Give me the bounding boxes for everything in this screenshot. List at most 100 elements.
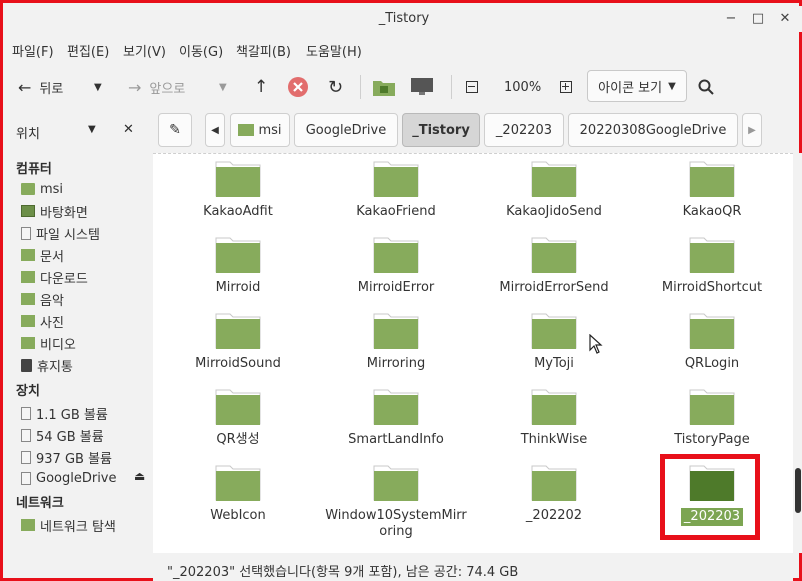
menu-go[interactable]: 이동(G): [179, 41, 223, 60]
sidebar-item-label: 1.1 GB 볼륨: [36, 407, 108, 423]
sidebar-item-volume-1[interactable]: 1.1 GB 볼륨: [21, 403, 108, 423]
folder-icon: [531, 161, 577, 197]
monitor-icon: [411, 78, 433, 95]
path-label: _202203: [495, 122, 553, 138]
forward-button[interactable]: → 앞으로: [128, 65, 185, 109]
folder-item[interactable]: QRLogin: [637, 310, 787, 372]
folder-item[interactable]: Window10SystemMirr oring: [321, 462, 471, 540]
arrow-right-icon: →: [128, 77, 142, 97]
menu-help[interactable]: 도움말(H): [306, 41, 362, 60]
folder-item[interactable]: MirroidShortcut: [637, 234, 787, 296]
eject-icon[interactable]: ⏏: [134, 469, 145, 483]
zoom-in-button[interactable]: [560, 65, 572, 109]
back-label: 뒤로: [39, 81, 64, 97]
folder-item[interactable]: MirroidError: [321, 234, 471, 296]
sidebar-item-documents[interactable]: 문서: [21, 245, 64, 265]
folder-label: KakaoJidoSend: [506, 204, 602, 219]
sidebar-item-label: 사진: [40, 315, 64, 331]
back-button[interactable]: ← 뒤로: [18, 65, 63, 109]
folder-item[interactable]: QR생성: [163, 386, 313, 448]
folder-item[interactable]: KakaoFriend: [321, 158, 471, 220]
folder-item[interactable]: MyToji: [479, 310, 629, 372]
folder-icon: [531, 313, 577, 349]
folder-item[interactable]: MirroidSound: [163, 310, 313, 372]
stop-button[interactable]: [287, 65, 309, 109]
folder-icon: [689, 313, 735, 349]
forward-history-dropdown[interactable]: ▼: [219, 65, 227, 109]
vertical-scrollbar[interactable]: [794, 153, 802, 553]
folder-item[interactable]: TistoryPage: [637, 386, 787, 448]
folder-item[interactable]: KakaoQR: [637, 158, 787, 220]
sidebar-item-desktop[interactable]: 바탕화면: [21, 201, 88, 221]
sidebar-item-filesystem[interactable]: 파일 시스템: [21, 223, 100, 243]
sidebar-item-label: msi: [40, 181, 64, 197]
path-button-202203[interactable]: _202203: [484, 113, 564, 147]
arrow-left-icon: ←: [18, 77, 32, 97]
folder-item[interactable]: MirroidErrorSend: [479, 234, 629, 296]
path-button-googledrive[interactable]: GoogleDrive: [294, 113, 398, 147]
menu-view[interactable]: 보기(V): [123, 41, 166, 60]
path-scroll-right[interactable]: ▶: [742, 113, 762, 147]
folder-item[interactable]: Mirroid: [163, 234, 313, 296]
sidebar-item-msi[interactable]: msi: [21, 179, 63, 199]
sidebar: 위치 ▼ ✕ 컴퓨터 msi 바탕화면 파일 시스템 문서 다운로드 음악 사진…: [6, 113, 152, 553]
view-mode-label: 아이콘 보기: [598, 80, 663, 96]
close-icon[interactable]: ✕: [776, 10, 794, 28]
sidebar-close-icon[interactable]: ✕: [123, 122, 134, 137]
path-button-tistory[interactable]: _Tistory: [402, 113, 480, 147]
sidebar-item-trash[interactable]: 휴지통: [21, 355, 73, 375]
computer-button[interactable]: [410, 65, 434, 109]
folder-item[interactable]: Mirroring: [321, 310, 471, 372]
search-button[interactable]: [698, 65, 714, 109]
menu-file[interactable]: 파일(F): [12, 41, 54, 60]
sidebar-item-downloads[interactable]: 다운로드: [21, 267, 88, 287]
folder-item[interactable]: _202202: [479, 462, 629, 524]
sidebar-item-label: 문서: [40, 249, 64, 265]
trash-icon: [21, 358, 32, 372]
sidebar-item-pictures[interactable]: 사진: [21, 311, 64, 331]
folder-item[interactable]: ThinkWise: [479, 386, 629, 448]
reload-icon: ↻: [328, 76, 344, 98]
desktop-icon: [21, 205, 35, 217]
stop-icon: [288, 77, 308, 97]
sidebar-item-volume-3[interactable]: 937 GB 볼륨: [21, 447, 112, 467]
music-folder-icon: [21, 293, 35, 305]
sidebar-item-music[interactable]: 음악: [21, 289, 64, 309]
home-button[interactable]: [372, 65, 396, 109]
maximize-icon[interactable]: □: [749, 10, 767, 28]
up-button[interactable]: ↑: [254, 65, 268, 109]
drive-icon: [21, 450, 31, 464]
folder-icon: [531, 465, 577, 501]
forward-label: 앞으로: [149, 81, 186, 97]
sidebar-item-network[interactable]: 네트워크 탐색: [21, 515, 116, 535]
minimize-icon[interactable]: −: [722, 10, 740, 28]
folder-item[interactable]: KakaoJidoSend: [479, 158, 629, 220]
sidebar-type-dropdown[interactable]: ▼: [88, 124, 96, 135]
reload-button[interactable]: ↻: [328, 65, 343, 109]
sidebar-item-label: 54 GB 볼륨: [36, 429, 104, 445]
menu-edit[interactable]: 편집(E): [67, 41, 109, 60]
scrollbar-thumb[interactable]: [795, 468, 801, 513]
sidebar-item-volume-2[interactable]: 54 GB 볼륨: [21, 425, 104, 445]
sidebar-item-videos[interactable]: 비디오: [21, 333, 76, 353]
folder-item[interactable]: SmartLandInfo: [321, 386, 471, 448]
back-history-dropdown[interactable]: ▼: [94, 65, 102, 109]
sidebar-item-googledrive[interactable]: GoogleDrive: [21, 468, 117, 488]
folder-icon: [215, 465, 261, 501]
drive-icon: [21, 406, 31, 420]
folder-icon: [689, 389, 735, 425]
path-button-msi[interactable]: msi: [230, 113, 290, 147]
path-scroll-left[interactable]: ◀: [205, 113, 225, 147]
folder-icon: [215, 313, 261, 349]
sidebar-section-devices: 장치: [16, 384, 40, 399]
zoom-out-button[interactable]: [466, 65, 478, 109]
menu-bar: 파일(F) 편집(E) 보기(V) 이동(G) 책갈피(B) 도움말(H): [6, 36, 802, 62]
path-button-20220308googledrive[interactable]: 20220308GoogleDrive: [568, 113, 738, 147]
folder-item[interactable]: KakaoAdfit: [163, 158, 313, 220]
edit-location-button[interactable]: ✎: [158, 113, 192, 147]
zoom-level: 100%: [504, 79, 542, 95]
folder-label: QRLogin: [684, 356, 740, 371]
folder-item[interactable]: WebIcon: [163, 462, 313, 524]
view-mode-select[interactable]: 아이콘 보기 ▼: [587, 70, 687, 102]
menu-bookmarks[interactable]: 책갈피(B): [236, 41, 291, 60]
